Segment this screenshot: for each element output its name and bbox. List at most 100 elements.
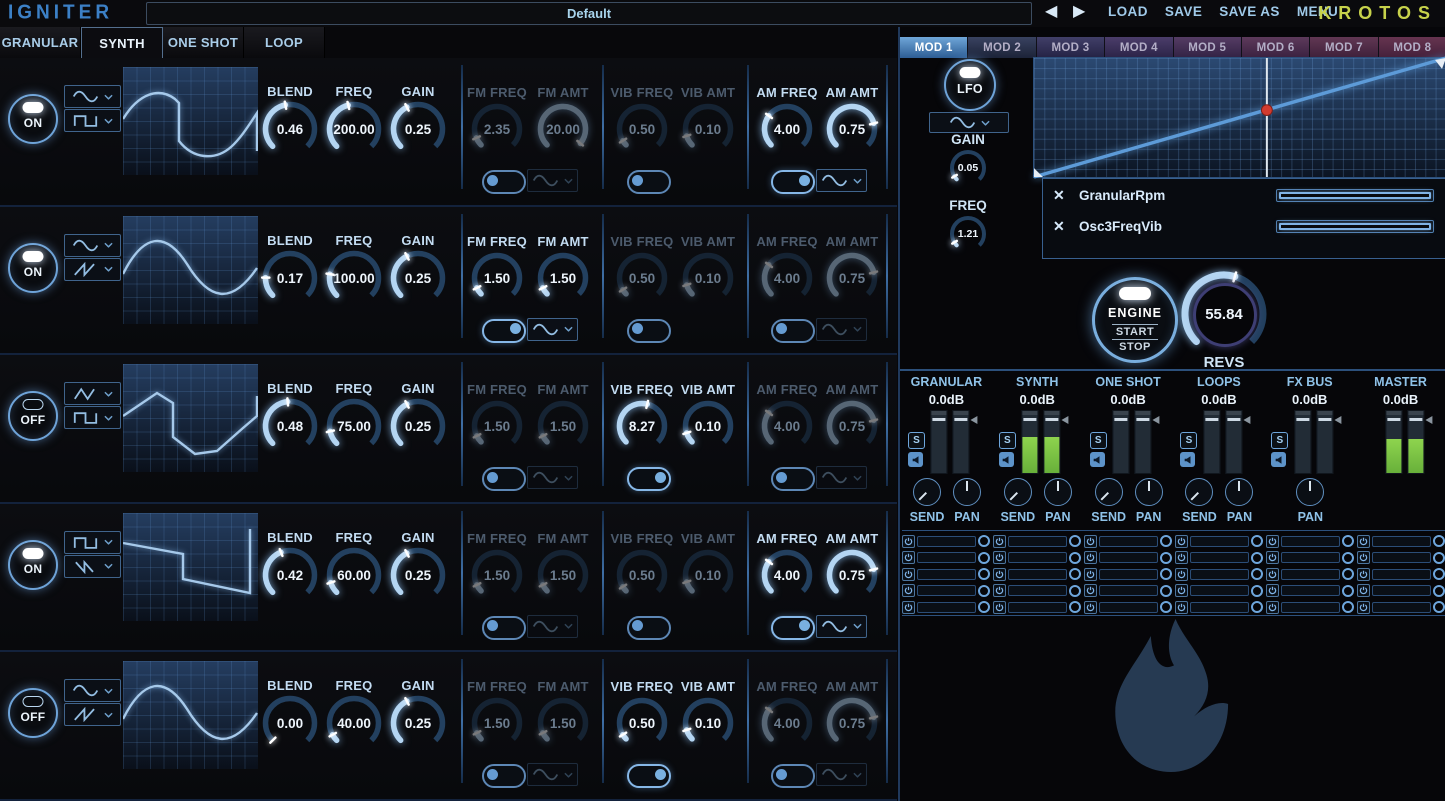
power-icon[interactable]: [993, 551, 1006, 564]
vib-amt-knob[interactable]: 0.10: [679, 546, 737, 604]
ring-icon[interactable]: [1069, 535, 1081, 547]
send-knob[interactable]: [1004, 478, 1032, 506]
ring-icon[interactable]: [978, 585, 990, 597]
ring-icon[interactable]: [1160, 568, 1172, 580]
matrix-slider-track[interactable]: [1372, 552, 1431, 563]
power-icon[interactable]: [1084, 584, 1097, 597]
matrix-cell[interactable]: [902, 584, 990, 598]
lfo-gain-knob[interactable]: 0.05: [947, 147, 989, 189]
fm-wave-select[interactable]: [527, 318, 578, 341]
ring-icon[interactable]: [1433, 601, 1445, 613]
fm-wave-select[interactable]: [527, 169, 578, 192]
menu-action-button[interactable]: SAVE AS: [1219, 4, 1280, 19]
mute-button[interactable]: [908, 452, 923, 467]
pan-knob[interactable]: [1225, 478, 1253, 506]
osc-power-button[interactable]: ON: [8, 94, 58, 144]
matrix-cell[interactable]: [1175, 551, 1263, 565]
matrix-cell[interactable]: [1266, 584, 1354, 598]
wave1-select[interactable]: [64, 85, 121, 108]
channel-meters[interactable]: [1294, 410, 1333, 474]
fm-wave-select[interactable]: [527, 466, 578, 489]
power-icon[interactable]: [902, 535, 915, 548]
matrix-cell[interactable]: [993, 600, 1081, 614]
mute-button[interactable]: [1271, 452, 1286, 467]
am-freq-knob[interactable]: 4.00: [758, 694, 816, 752]
ring-icon[interactable]: [978, 535, 990, 547]
mod-tab[interactable]: MOD 7: [1310, 37, 1378, 58]
fader-arrow-icon[interactable]: [1334, 416, 1341, 424]
matrix-slider-track[interactable]: [1372, 602, 1431, 613]
matrix-cell[interactable]: [993, 551, 1081, 565]
vib-enable-toggle[interactable]: [627, 467, 671, 491]
gain-knob[interactable]: 0.25: [387, 98, 449, 160]
matrix-slider-track[interactable]: [1372, 569, 1431, 580]
blend-knob[interactable]: 0.46: [259, 98, 321, 160]
fader-arrow-icon[interactable]: [1062, 416, 1069, 424]
vib-enable-toggle[interactable]: [627, 319, 671, 343]
blend-knob[interactable]: 0.42: [259, 544, 321, 606]
pan-knob[interactable]: [1296, 478, 1324, 506]
level-fader-left[interactable]: [1203, 410, 1220, 474]
matrix-cell[interactable]: [993, 584, 1081, 598]
matrix-slider-track[interactable]: [1099, 552, 1158, 563]
am-wave-select[interactable]: [816, 318, 867, 341]
ring-icon[interactable]: [1251, 535, 1263, 547]
power-icon[interactable]: [902, 568, 915, 581]
revs-knob[interactable]: 55.84: [1177, 267, 1271, 361]
fm-amt-knob[interactable]: 1.50: [534, 249, 592, 307]
ring-icon[interactable]: [1251, 585, 1263, 597]
fm-enable-toggle[interactable]: [482, 319, 526, 343]
power-icon[interactable]: [1357, 535, 1370, 548]
matrix-cell[interactable]: [902, 534, 990, 548]
vib-freq-knob[interactable]: 0.50: [613, 694, 671, 752]
fm-amt-knob[interactable]: 1.50: [534, 546, 592, 604]
power-icon[interactable]: [1266, 601, 1279, 614]
ring-icon[interactable]: [1160, 601, 1172, 613]
power-icon[interactable]: [1175, 551, 1188, 564]
fader-handle[interactable]: [1409, 418, 1422, 421]
level-fader-right[interactable]: [953, 410, 970, 474]
fader-handle[interactable]: [1024, 418, 1037, 421]
preset-selector[interactable]: Default: [146, 2, 1032, 25]
ring-icon[interactable]: [1342, 585, 1354, 597]
matrix-cell[interactable]: [1266, 551, 1354, 565]
gain-knob[interactable]: 0.25: [387, 247, 449, 309]
freq-knob[interactable]: 40.00: [323, 692, 385, 754]
blend-knob[interactable]: 0.48: [259, 395, 321, 457]
mod-tab[interactable]: MOD 3: [1037, 37, 1105, 58]
channel-meters[interactable]: [1112, 410, 1151, 474]
power-icon[interactable]: [902, 551, 915, 564]
lfo-freq-knob[interactable]: 1.21: [947, 213, 989, 255]
osc-power-button[interactable]: ON: [8, 243, 58, 293]
am-amt-knob[interactable]: 0.75: [823, 694, 881, 752]
power-icon[interactable]: [993, 535, 1006, 548]
fader-handle[interactable]: [1114, 418, 1127, 421]
ring-icon[interactable]: [1342, 535, 1354, 547]
matrix-cell[interactable]: [1084, 567, 1172, 581]
matrix-slider-track[interactable]: [917, 552, 976, 563]
power-icon[interactable]: [1357, 568, 1370, 581]
channel-meters[interactable]: [1385, 410, 1424, 474]
vib-enable-toggle[interactable]: [627, 616, 671, 640]
ring-icon[interactable]: [978, 601, 990, 613]
matrix-cell[interactable]: [1357, 584, 1445, 598]
mod-amount-bar[interactable]: [1276, 220, 1434, 233]
matrix-slider-track[interactable]: [917, 569, 976, 580]
power-icon[interactable]: [1084, 568, 1097, 581]
fm-freq-knob[interactable]: 1.50: [468, 694, 526, 752]
fader-handle[interactable]: [1318, 418, 1331, 421]
fader-arrow-icon[interactable]: [1152, 416, 1159, 424]
matrix-slider-track[interactable]: [1008, 602, 1067, 613]
matrix-cell[interactable]: [1175, 567, 1263, 581]
ring-icon[interactable]: [1342, 568, 1354, 580]
mod-amount-bar[interactable]: [1276, 189, 1434, 202]
wave2-select[interactable]: [64, 109, 121, 132]
lfo-power-button[interactable]: LFO: [944, 59, 996, 111]
am-enable-toggle[interactable]: [771, 319, 815, 343]
fader-handle[interactable]: [933, 418, 946, 421]
mute-button[interactable]: [1180, 452, 1195, 467]
am-wave-select[interactable]: [816, 763, 867, 786]
power-icon[interactable]: [993, 584, 1006, 597]
freq-knob[interactable]: 100.00: [323, 247, 385, 309]
fm-amt-knob[interactable]: 1.50: [534, 694, 592, 752]
